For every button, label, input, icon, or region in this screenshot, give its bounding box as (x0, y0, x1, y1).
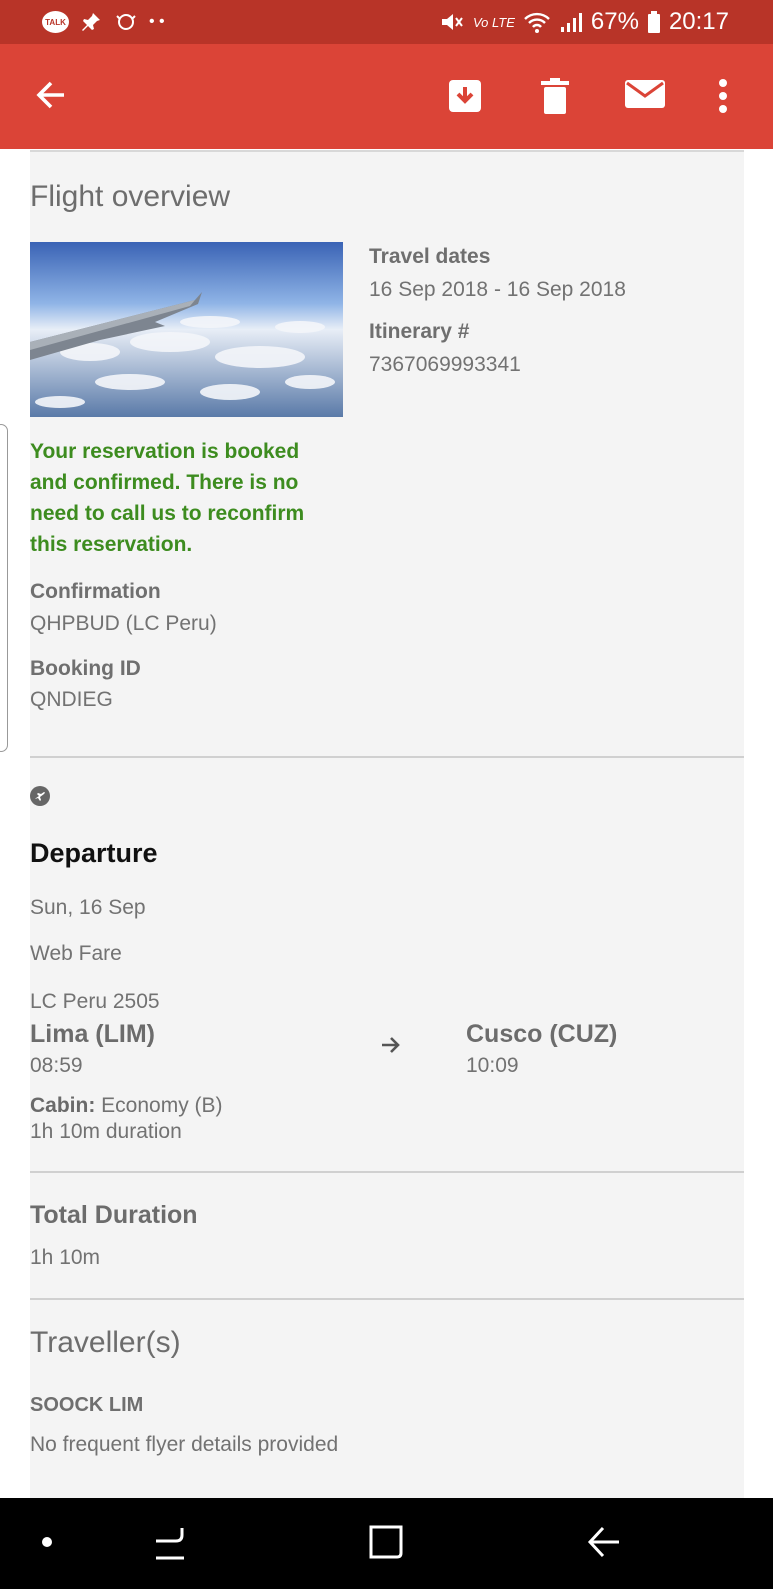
departure-time: 08:59 (30, 1054, 83, 1077)
fare-type: Web Fare (30, 942, 122, 965)
total-duration-label: Total Duration (30, 1201, 198, 1229)
more-notifications-dots: • • (149, 13, 165, 30)
signal-icon (560, 13, 582, 32)
flight-duration: 1h 10m duration (30, 1120, 182, 1143)
wifi-icon (524, 12, 550, 33)
archive-icon[interactable] (447, 78, 483, 114)
cabin-label: Cabin: (30, 1094, 96, 1117)
app-bar (0, 44, 773, 149)
departure-title: Departure (30, 838, 158, 868)
pin-icon (82, 13, 100, 31)
top-divider (30, 150, 744, 152)
navigation-bar (0, 1498, 773, 1589)
status-bar: TALK • • Vo LTE 67% 20:17 (0, 0, 773, 44)
delete-icon[interactable] (541, 78, 569, 114)
total-duration-value: 1h 10m (30, 1246, 101, 1269)
flight-number: LC Peru 2505 (30, 990, 160, 1013)
cabin-row: Cabin: Economy (B) (30, 1094, 223, 1118)
cabin-value: Economy (B) (101, 1094, 223, 1117)
destination-city: Cusco (CUZ) (466, 1020, 618, 1048)
keyboard-dot-icon[interactable] (41, 1536, 53, 1548)
overview-title: Flight overview (30, 180, 231, 213)
travel-dates-value: 16 Sep 2018 - 16 Sep 2018 (369, 278, 626, 301)
confirmation-value: QHPBUD (LC Peru) (30, 612, 217, 635)
divider (30, 1298, 744, 1300)
origin-city: Lima (LIM) (30, 1020, 155, 1048)
confirmation-message: Your reservation is booked and confirmed… (30, 440, 305, 556)
flight-icon (30, 786, 50, 806)
home-icon[interactable] (369, 1525, 403, 1559)
divider (30, 756, 744, 758)
arrival-time: 10:09 (466, 1054, 519, 1077)
recent-apps-icon[interactable] (154, 1526, 186, 1560)
airplane-wing-photo (30, 242, 343, 417)
notification-icons: TALK • • (42, 10, 165, 34)
back-arrow-icon[interactable] (34, 78, 68, 112)
more-options-icon[interactable] (717, 78, 729, 114)
booking-id-label: Booking ID (30, 657, 141, 680)
battery-percent: 67% (590, 8, 639, 35)
volte-icon: Vo LTE (472, 14, 515, 30)
back-icon[interactable] (587, 1526, 621, 1558)
battery-icon (647, 11, 660, 33)
refresh-icon (116, 14, 136, 30)
frequent-flyer-info: No frequent flyer details provided (30, 1433, 339, 1456)
confirmation-label: Confirmation (30, 580, 161, 603)
mail-icon[interactable] (625, 78, 665, 110)
clock: 20:17 (668, 8, 729, 35)
itinerary-label: Itinerary # (369, 320, 470, 343)
departure-date: Sun, 16 Sep (30, 896, 146, 919)
arrow-right-icon (382, 1037, 400, 1053)
system-icons: Vo LTE 67% 20:17 (439, 8, 729, 36)
talk-icon: TALK (42, 11, 69, 33)
mute-icon (441, 14, 463, 30)
booking-id-value: QNDIEG (30, 688, 113, 711)
divider (30, 1171, 744, 1173)
travellers-title: Traveller(s) (30, 1326, 181, 1359)
flight-overview-card: Flight overview Travel dates 16 Sep 2018… (30, 150, 744, 1498)
travel-dates-label: Travel dates (369, 245, 491, 268)
edge-panel-handle[interactable] (0, 424, 8, 752)
traveller-name: SOOCK LIM (30, 1394, 144, 1416)
itinerary-value: 7367069993341 (369, 353, 521, 376)
